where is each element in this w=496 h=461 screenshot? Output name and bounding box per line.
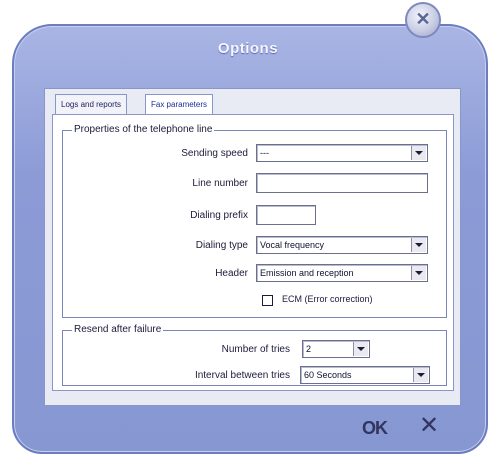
chevron-down-icon[interactable]	[411, 146, 426, 160]
resend-group-title: Resend after failure	[72, 324, 164, 335]
sending-speed-value: ---	[260, 148, 269, 158]
dialing-prefix-input[interactable]	[256, 205, 316, 225]
dialing-type-value: Vocal frequency	[260, 240, 325, 250]
number-of-tries-value: 2	[306, 344, 312, 354]
header-label: Header	[215, 268, 248, 279]
interval-value: 60 Seconds	[304, 370, 352, 380]
telephone-line-group-title: Properties of the telephone line	[72, 124, 215, 135]
ecm-checkbox[interactable]	[262, 295, 273, 306]
chevron-down-icon[interactable]	[353, 342, 368, 356]
header-value: Emission and reception	[260, 268, 354, 278]
tab-logs-and-reports[interactable]: Logs and reports	[55, 94, 128, 116]
line-number-label: Line number	[192, 178, 248, 189]
number-of-tries-select[interactable]: 2	[302, 340, 370, 358]
close-icon[interactable]: ✕	[405, 2, 441, 38]
number-of-tries-label: Number of tries	[221, 344, 290, 355]
chevron-down-icon[interactable]	[413, 368, 428, 382]
line-number-input[interactable]	[256, 173, 428, 193]
interval-label: Interval between tries	[194, 370, 290, 381]
tab-fax-parameters[interactable]: Fax parameters	[145, 94, 214, 116]
chevron-down-icon[interactable]	[411, 266, 426, 280]
cancel-button[interactable]: ✕	[419, 414, 439, 438]
interval-select[interactable]: 60 Seconds	[300, 366, 430, 384]
dialing-type-label: Dialing type	[195, 240, 248, 251]
chevron-down-icon[interactable]	[411, 238, 426, 252]
ok-button[interactable]: OK	[362, 418, 388, 439]
ecm-label: ECM (Error correction)	[282, 294, 373, 304]
dialing-prefix-label: Dialing prefix	[190, 210, 248, 221]
header-select[interactable]: Emission and reception	[256, 264, 428, 282]
sending-speed-select[interactable]: ---	[256, 144, 428, 162]
sending-speed-label: Sending speed	[181, 148, 248, 159]
dialing-type-select[interactable]: Vocal frequency	[256, 236, 428, 254]
dialog-title: Options	[217, 40, 279, 57]
